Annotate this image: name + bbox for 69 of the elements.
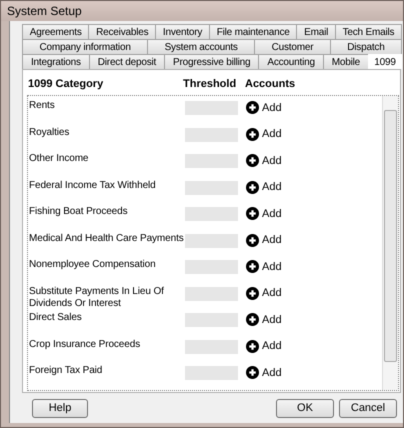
tab[interactable]: Accounting <box>258 54 324 69</box>
threshold-field[interactable] <box>185 313 238 327</box>
column-header: 1099 Category <box>28 78 104 90</box>
tab[interactable]: Customer <box>254 39 331 54</box>
category-label: Crop Insurance Proceeds <box>29 338 142 350</box>
add-button[interactable]: Add <box>246 180 282 194</box>
tab[interactable]: File maintenance <box>208 24 298 39</box>
category-label: Royalties <box>29 126 70 138</box>
threshold-field[interactable] <box>185 154 238 168</box>
tab[interactable]: Company information <box>22 39 148 54</box>
add-button[interactable]: Add <box>246 340 282 352</box>
threshold-field[interactable] <box>185 207 238 221</box>
tab[interactable]: Dispatch <box>330 39 402 54</box>
plus-icon <box>246 313 259 326</box>
plus-icon <box>246 366 259 379</box>
threshold-field[interactable] <box>185 340 238 354</box>
threshold-field[interactable] <box>185 260 238 274</box>
add-button[interactable]: Add <box>246 207 282 220</box>
category-label: Medical And Health Care Payments <box>29 232 185 244</box>
plus-icon <box>246 286 259 300</box>
category-label: Federal Income Tax Withheld <box>29 178 157 192</box>
tab[interactable]: 1099 <box>368 54 402 69</box>
category-label: Other Income <box>29 152 90 165</box>
category-label: Direct Sales <box>29 311 83 324</box>
tab[interactable]: Tech Emails <box>334 24 402 39</box>
threshold-field[interactable] <box>185 128 238 142</box>
plus-icon <box>246 207 259 220</box>
tab[interactable]: Integrations <box>22 54 90 69</box>
add-button[interactable]: Add <box>246 234 282 246</box>
tab[interactable]: Email <box>296 24 336 39</box>
scrollbar-thumb[interactable] <box>384 110 397 362</box>
threshold-field[interactable] <box>185 180 238 194</box>
threshold-field[interactable] <box>185 234 238 248</box>
plus-icon <box>246 340 259 352</box>
category-label: Nonemployee Compensation <box>29 258 157 271</box>
plus-icon <box>246 128 259 140</box>
tab[interactable]: Mobile <box>322 54 369 69</box>
tab[interactable]: Progressive billing <box>164 54 260 69</box>
category-label: Substitute Payments In Lieu Of Dividends Or Interest <box>29 284 165 310</box>
threshold-field[interactable] <box>185 101 238 115</box>
add-button[interactable]: Add <box>246 313 282 326</box>
add-button[interactable]: Add <box>246 101 282 114</box>
dialog-button[interactable]: Help <box>32 398 88 418</box>
column-header: Accounts <box>245 78 296 90</box>
tab[interactable]: Direct deposit <box>88 54 166 69</box>
category-label: Foreign Tax Paid <box>29 364 104 377</box>
plus-icon <box>246 101 259 114</box>
column-header: Threshold <box>183 78 238 90</box>
tab[interactable]: System accounts <box>147 39 256 54</box>
category-label: Fishing Boat Proceeds <box>29 205 129 218</box>
plus-icon <box>246 154 259 167</box>
add-button[interactable]: Add <box>246 128 282 140</box>
tab[interactable]: Receivables <box>88 24 156 39</box>
category-label: Rents <box>29 99 56 112</box>
threshold-field[interactable] <box>185 286 238 300</box>
add-button[interactable]: Add <box>246 366 282 379</box>
plus-icon <box>246 180 259 194</box>
threshold-field[interactable] <box>185 366 238 380</box>
dialog-button[interactable]: OK <box>276 398 334 418</box>
add-button[interactable]: Add <box>246 154 282 167</box>
tab[interactable]: Inventory <box>155 24 210 39</box>
add-button[interactable]: Add <box>246 286 282 300</box>
plus-icon <box>246 260 259 273</box>
scrollbar[interactable] <box>382 96 398 390</box>
add-button[interactable]: Add <box>246 260 282 273</box>
plus-icon <box>246 234 259 246</box>
tab[interactable]: Agreements <box>22 24 90 39</box>
window-title: System Setup <box>7 4 82 18</box>
dialog-button[interactable]: Cancel <box>339 398 397 418</box>
